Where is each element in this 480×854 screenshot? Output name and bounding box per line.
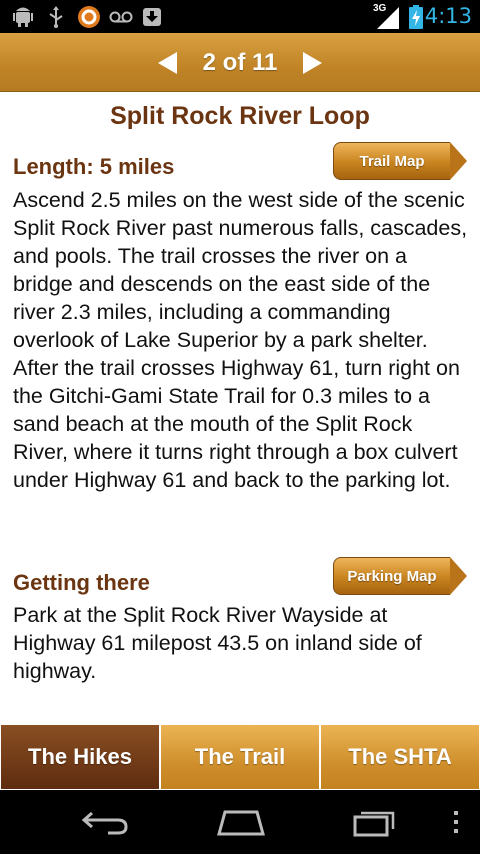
clock: 4:13	[424, 4, 472, 28]
status-bar: 3G 4:13	[0, 0, 480, 33]
getting-there-heading: Getting there	[13, 570, 150, 595]
battery-charging-icon	[407, 5, 425, 29]
signal-icon: 3G	[371, 3, 401, 29]
bottom-tabs: The Hikes The Trail The SHTA	[0, 724, 480, 790]
trail-map-button[interactable]: Trail Map	[333, 142, 467, 180]
parking-map-label: Parking Map	[333, 557, 450, 595]
network-type: 3G	[373, 3, 387, 14]
recent-apps-icon[interactable]	[342, 800, 408, 844]
page-title: Split Rock River Loop	[110, 102, 370, 130]
home-icon[interactable]	[208, 800, 274, 844]
hike-detail: Split Rock River Loop Length: 5 miles Tr…	[0, 92, 480, 724]
arrow-tip-icon	[450, 557, 467, 595]
voicemail-icon	[109, 6, 133, 28]
menu-icon[interactable]	[442, 800, 470, 844]
directions-text: Park at the Split Rock River Wayside at …	[13, 603, 422, 683]
header-bar: 2 of 11	[0, 33, 480, 92]
system-nav-bar	[0, 790, 480, 854]
pager: 2 of 11	[0, 33, 480, 92]
tab-the-shta[interactable]: The SHTA	[320, 724, 480, 790]
page-indicator: 2 of 11	[202, 48, 278, 76]
usb-icon	[46, 6, 66, 28]
arrow-right-icon[interactable]	[303, 51, 323, 74]
arrow-left-icon[interactable]	[157, 51, 177, 74]
length-heading: Length: 5 miles	[13, 154, 175, 179]
back-icon[interactable]	[72, 800, 138, 844]
tab-the-trail[interactable]: The Trail	[160, 724, 320, 790]
parking-map-button[interactable]: Parking Map	[333, 557, 467, 595]
arrow-tip-icon	[450, 142, 467, 180]
sync-icon	[77, 6, 101, 28]
android-debug-icon	[12, 6, 34, 28]
trail-description: Ascend 2.5 miles on the west side of the…	[13, 188, 468, 492]
trail-map-label: Trail Map	[333, 142, 450, 180]
tab-the-hikes[interactable]: The Hikes	[0, 724, 160, 790]
download-icon	[141, 6, 163, 28]
